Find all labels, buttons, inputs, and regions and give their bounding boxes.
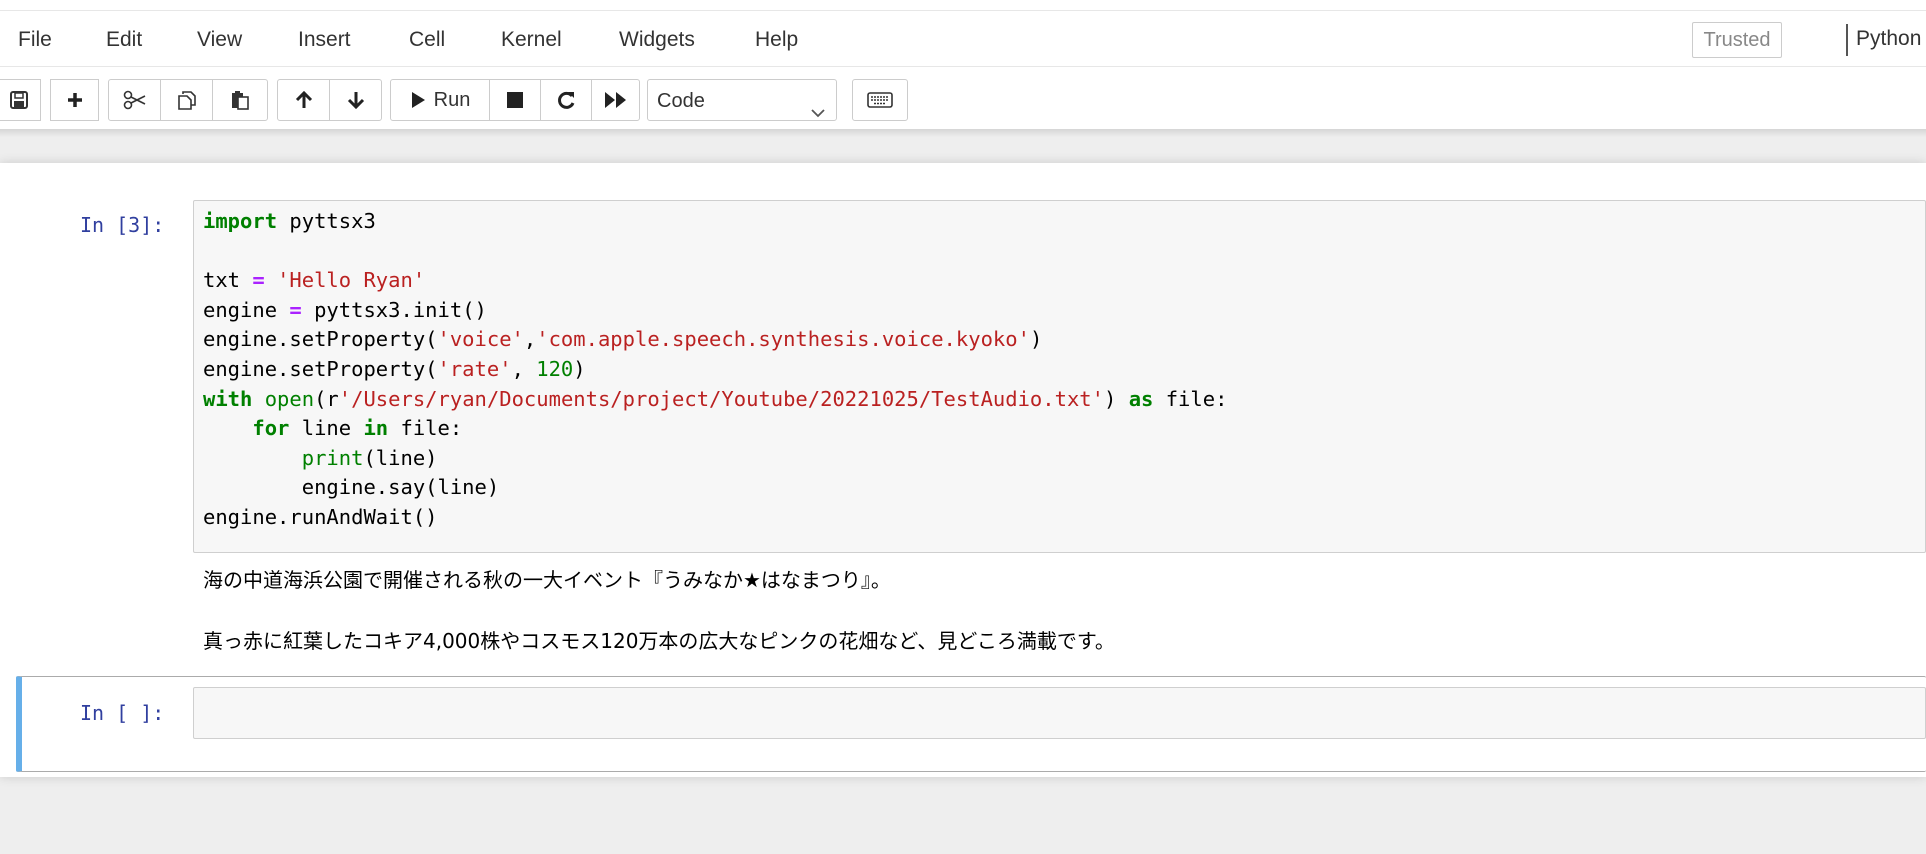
save-icon [9,90,29,110]
restart-button[interactable] [540,79,592,121]
trusted-indicator[interactable]: Trusted [1692,22,1782,58]
restart-run-all-button[interactable] [591,79,640,121]
stop-icon [506,91,524,109]
run-button[interactable]: Run [390,79,490,121]
menu-edit[interactable]: Edit [106,28,142,52]
menu-divider [0,66,1926,67]
cut-button[interactable] [108,79,161,121]
code-line: with open(r'/Users/ryan/Documents/projec… [203,386,1228,411]
menu-file[interactable]: File [18,28,52,52]
cut-icon [123,90,147,110]
code-cell-editor[interactable]: import pyttsx3 txt = 'Hello Ryan' engine… [193,200,1926,553]
kernel-name[interactable]: Python [1856,27,1921,51]
notebook-container: In [3]: import pyttsx3 txt = 'Hello Ryan… [0,163,1926,777]
kernel-separator [1846,24,1848,56]
arrow-up-icon [294,90,314,110]
play-icon [410,91,426,109]
run-button-label: Run [433,88,471,111]
fast-forward-icon [604,91,628,109]
code-line: engine.setProperty('voice','com.apple.sp… [203,327,1043,352]
code-line: engine.runAndWait() [203,504,438,529]
code-line: engine.setProperty('rate', 120) [203,356,586,381]
top-divider [0,10,1926,11]
code-cell-editor-empty[interactable] [193,687,1926,739]
paste-button[interactable] [212,79,268,121]
move-up-button[interactable] [277,79,330,121]
cell-type-select[interactable]: Code [647,79,837,121]
menu-view[interactable]: View [197,28,242,52]
code-line: txt = 'Hello Ryan' [203,268,426,293]
command-palette-button[interactable] [852,79,908,121]
code-content[interactable]: import pyttsx3 txt = 'Hello Ryan' engine… [203,207,1227,533]
output-line: 真っ赤に紅葉したコキア4,000株やコスモス120万本の広大なピンクの花畑など、… [203,629,1115,653]
move-down-button[interactable] [329,79,382,121]
paste-icon [229,89,251,111]
cell-type-value: Code [657,90,705,112]
arrow-down-icon [346,90,366,110]
code-line: import pyttsx3 [203,209,376,233]
insert-cell-button[interactable] [50,79,99,121]
input-prompt: In [3]: [80,213,165,237]
code-line: engine = pyttsx3.init() [203,297,487,322]
code-line: print(line) [301,445,438,470]
output-line: 海の中道海浜公園で開催される秋の一大イベント『うみなか★はなまつり』。 [203,568,891,592]
header-shadow [0,129,1926,137]
menu-cell[interactable]: Cell [409,28,445,52]
copy-button[interactable] [160,79,213,121]
menu-kernel[interactable]: Kernel [501,28,562,52]
interrupt-button[interactable] [489,79,541,121]
menubar: File Edit View Insert Cell Kernel Widget… [0,18,1926,62]
code-line: engine.say(line) [203,475,500,500]
menu-widgets[interactable]: Widgets [619,28,695,52]
plus-icon [66,91,84,109]
code-line: for line in file: [252,416,463,441]
menu-insert[interactable]: Insert [298,28,351,52]
save-button[interactable] [0,79,41,121]
menu-help[interactable]: Help [755,28,798,52]
copy-icon [176,89,198,111]
input-prompt: In [ ]: [80,701,165,725]
keyboard-icon [867,92,893,108]
restart-icon [555,89,577,111]
